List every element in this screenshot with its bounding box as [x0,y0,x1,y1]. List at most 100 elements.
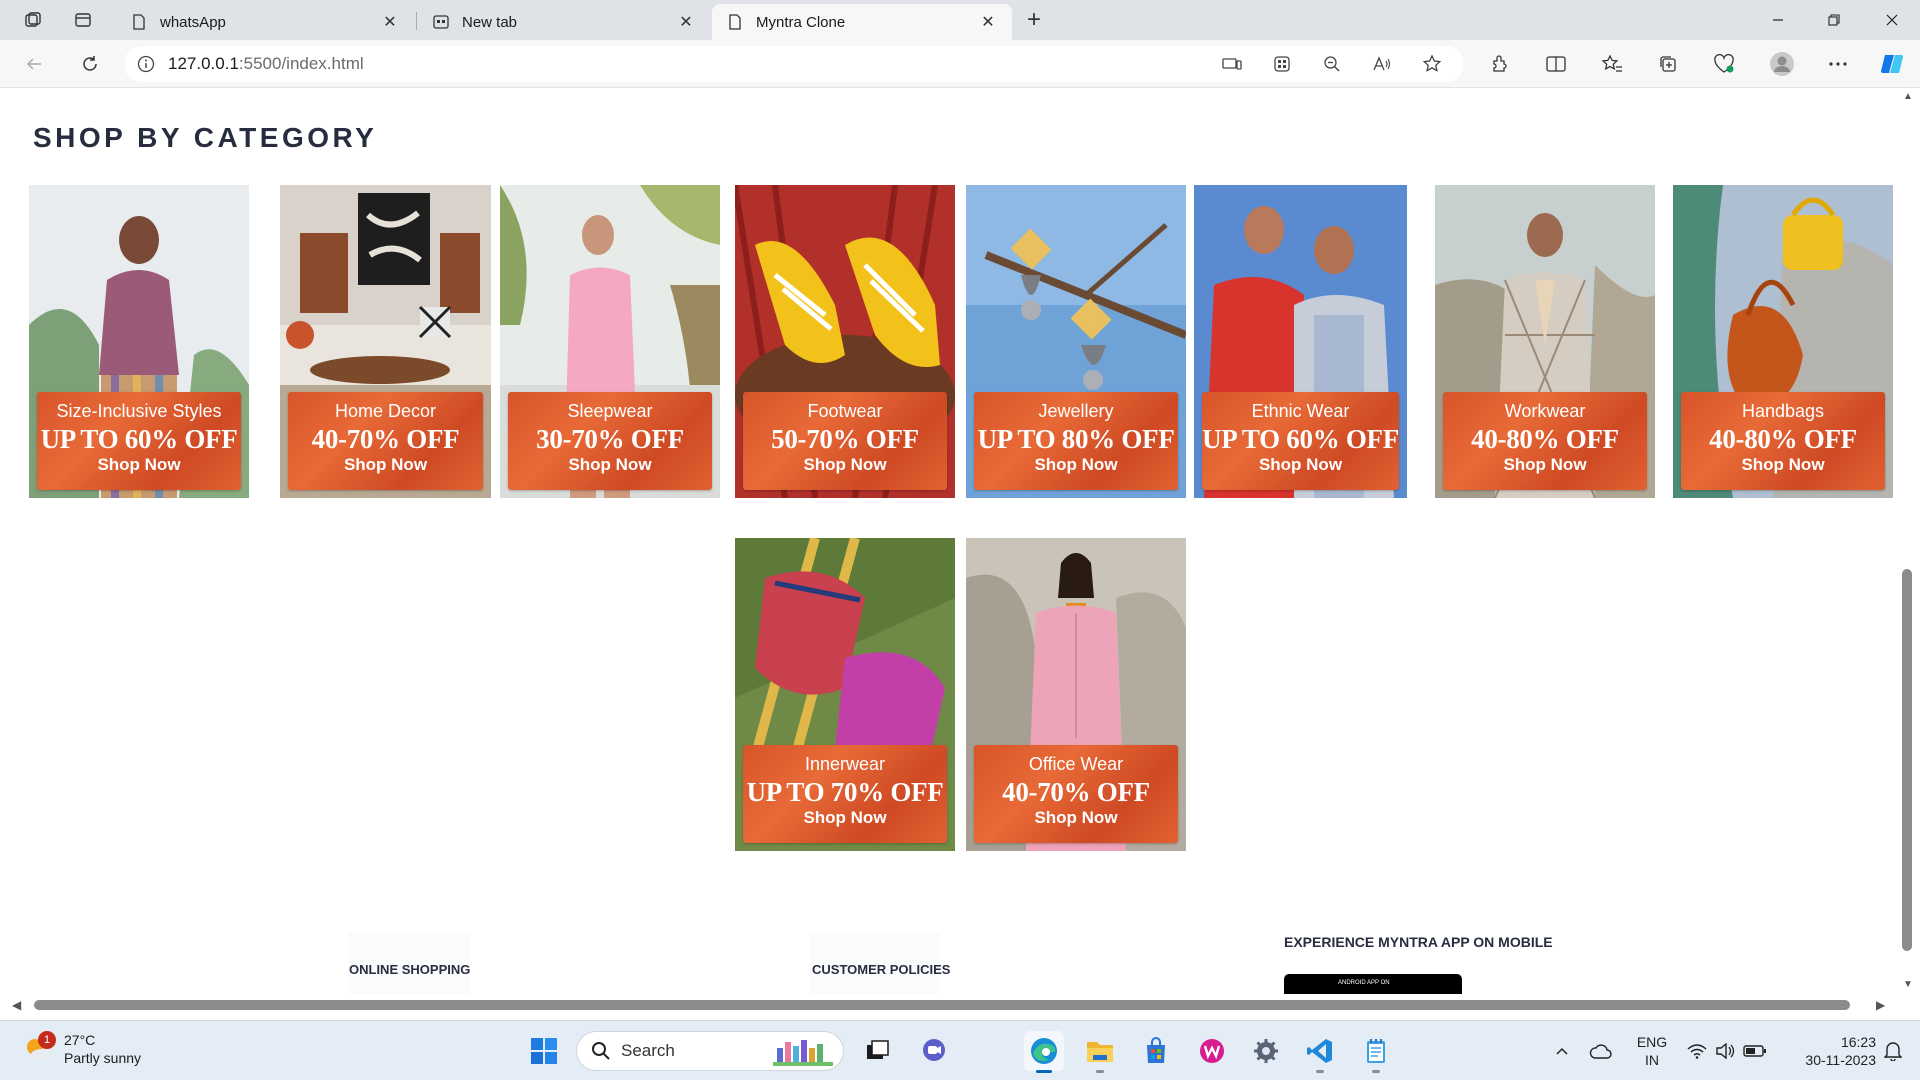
offer-panel: Ethnic Wear UP TO 60% OFF Shop Now [1202,392,1399,490]
chat-app-icon[interactable] [914,1031,954,1071]
partly-sunny-icon: 1 [22,1031,56,1065]
file-explorer-icon[interactable] [1080,1031,1120,1073]
category-card-innerwear[interactable]: Innerwear UP TO 70% OFF Shop Now [735,538,955,851]
category-name: Innerwear [804,754,886,774]
tab-divider [416,12,417,30]
refresh-icon[interactable] [74,48,106,80]
shop-now-link[interactable]: Shop Now [803,455,886,475]
scroll-down-icon[interactable]: ▼ [1903,980,1913,990]
notepad-icon[interactable] [1356,1031,1396,1073]
vertical-scrollbar[interactable]: ▲ ▼ [1900,88,1920,994]
tab-title: New tab [462,13,518,31]
category-card-footwear[interactable]: Footwear 50-70% OFF Shop Now [735,185,955,498]
shop-now-link[interactable]: Shop Now [1034,455,1117,475]
task-view-icon[interactable] [858,1031,898,1071]
site-info-icon[interactable] [124,55,168,73]
category-card-handbags[interactable]: Handbags 40-80% OFF Shop Now [1673,185,1893,498]
extensions-icon[interactable] [1484,48,1516,80]
category-name: Footwear [807,401,883,421]
device-icon[interactable] [1216,48,1248,80]
shop-now-link[interactable]: Shop Now [568,455,651,475]
scroll-left-icon[interactable]: ◀ [12,998,21,1012]
new-tab-button[interactable]: + [1018,6,1050,34]
language-code: ENG [1636,1034,1668,1050]
show-hidden-icons-chevron-icon[interactable] [1550,1021,1574,1080]
volume-icon[interactable] [1712,1021,1738,1080]
category-name: Office Wear [1028,754,1124,774]
split-screen-icon[interactable] [1540,48,1572,80]
wps-office-icon[interactable] [1192,1031,1232,1071]
restore-icon[interactable] [1806,0,1862,40]
close-tab-icon[interactable]: ✕ [978,12,998,32]
vertical-scroll-thumb[interactable] [1902,569,1912,951]
category-offer: 50-70% OFF [771,424,919,454]
category-card-office-wear[interactable]: Office Wear 40-70% OFF Shop Now [966,538,1186,851]
scroll-right-icon[interactable]: ▶ [1876,998,1885,1012]
category-offer: 40-80% OFF [1709,424,1857,454]
category-card-size-inclusive[interactable]: Size-Inclusive Styles UP TO 60% OFF Shop… [29,185,249,498]
category-card-workwear[interactable]: Workwear 40-80% OFF Shop Now [1435,185,1655,498]
minimize-icon[interactable] [1750,0,1806,40]
offer-panel: Jewellery UP TO 80% OFF Shop Now [974,392,1178,490]
app-available-icon[interactable] [1266,48,1298,80]
shop-now-link[interactable]: Shop Now [1259,455,1342,475]
battery-icon[interactable] [1740,1021,1770,1080]
workspaces-icon[interactable] [20,8,46,32]
wifi-icon[interactable] [1684,1021,1710,1080]
new-tab-page-icon [432,13,450,31]
profile-avatar[interactable] [1766,48,1798,80]
shop-now-link[interactable]: Shop Now [1503,455,1586,475]
category-offer: UP TO 60% OFF [1202,424,1399,454]
offer-panel: Handbags 40-80% OFF Shop Now [1681,392,1885,490]
badge-caption: ANDROID APP ON [1338,980,1390,986]
category-card-ethnic-wear[interactable]: Ethnic Wear UP TO 60% OFF Shop Now [1194,185,1407,498]
address-bar[interactable]: 127.0.0.1:5500/index.html [124,46,1464,82]
close-tab-icon[interactable]: ✕ [676,12,696,32]
start-button[interactable] [524,1031,564,1071]
page-content: SHOP BY CATEGORY Size-Inclusive Styles U… [0,88,1900,994]
tab-actions-icon[interactable] [70,8,96,32]
weather-widget[interactable]: 1 27°C Partly sunny [22,1031,141,1067]
close-tab-icon[interactable]: ✕ [380,12,400,32]
onedrive-icon[interactable] [1586,1021,1616,1080]
running-indicator [1096,1070,1104,1073]
clock[interactable]: 16:23 30-11-2023 [1780,1021,1876,1080]
google-play-badge[interactable]: ANDROID APP ON [1284,974,1462,994]
close-window-icon[interactable] [1864,0,1920,40]
tab-myntra-clone[interactable]: Myntra Clone ✕ [712,4,1012,40]
windows-taskbar: 1 27°C Partly sunny Search ENG IN 16:23 … [0,1020,1920,1080]
tab-whatsapp[interactable]: whatsApp ✕ [116,4,414,40]
shop-now-link[interactable]: Shop Now [97,455,180,475]
collections-icon[interactable] [1652,48,1684,80]
edge-browser-icon[interactable] [1024,1031,1064,1073]
favorites-icon[interactable] [1596,48,1628,80]
shop-now-link[interactable]: Shop Now [344,455,427,475]
category-card-jewellery[interactable]: Jewellery UP TO 80% OFF Shop Now [966,185,1186,498]
microsoft-store-icon[interactable] [1136,1031,1176,1071]
language-indicator[interactable]: ENG IN [1630,1021,1674,1080]
more-options-icon[interactable] [1822,48,1854,80]
page-icon [130,13,148,31]
vscode-icon[interactable] [1300,1031,1340,1073]
read-aloud-icon[interactable] [1366,48,1398,80]
back-icon[interactable] [18,48,50,80]
settings-gear-icon[interactable] [1246,1031,1286,1071]
tab-new-tab[interactable]: New tab ✕ [418,4,710,40]
horizontal-scroll-thumb[interactable] [34,1000,1850,1010]
footer-app-heading: EXPERIENCE MYNTRA APP ON MOBILE [1284,934,1553,950]
notifications-bell-icon[interactable] [1878,1021,1908,1080]
zoom-out-icon[interactable] [1316,48,1348,80]
scroll-up-icon[interactable]: ▲ [1903,92,1913,102]
copilot-icon[interactable] [1876,48,1908,80]
shop-now-link[interactable]: Shop Now [1034,808,1117,828]
category-card-sleepwear[interactable]: Sleepwear 30-70% OFF Shop Now [500,185,720,498]
taskbar-search[interactable]: Search [576,1031,844,1071]
category-card-home-decor[interactable]: Home Decor 40-70% OFF Shop Now [280,185,491,498]
shop-now-link[interactable]: Shop Now [803,808,886,828]
shop-now-link[interactable]: Shop Now [1741,455,1824,475]
horizontal-scrollbar[interactable]: ◀ ▶ [0,994,1900,1014]
browser-essentials-icon[interactable] [1708,48,1740,80]
favorite-star-icon[interactable] [1416,48,1448,80]
running-indicator [1372,1070,1380,1073]
category-offer: 30-70% OFF [536,424,684,454]
